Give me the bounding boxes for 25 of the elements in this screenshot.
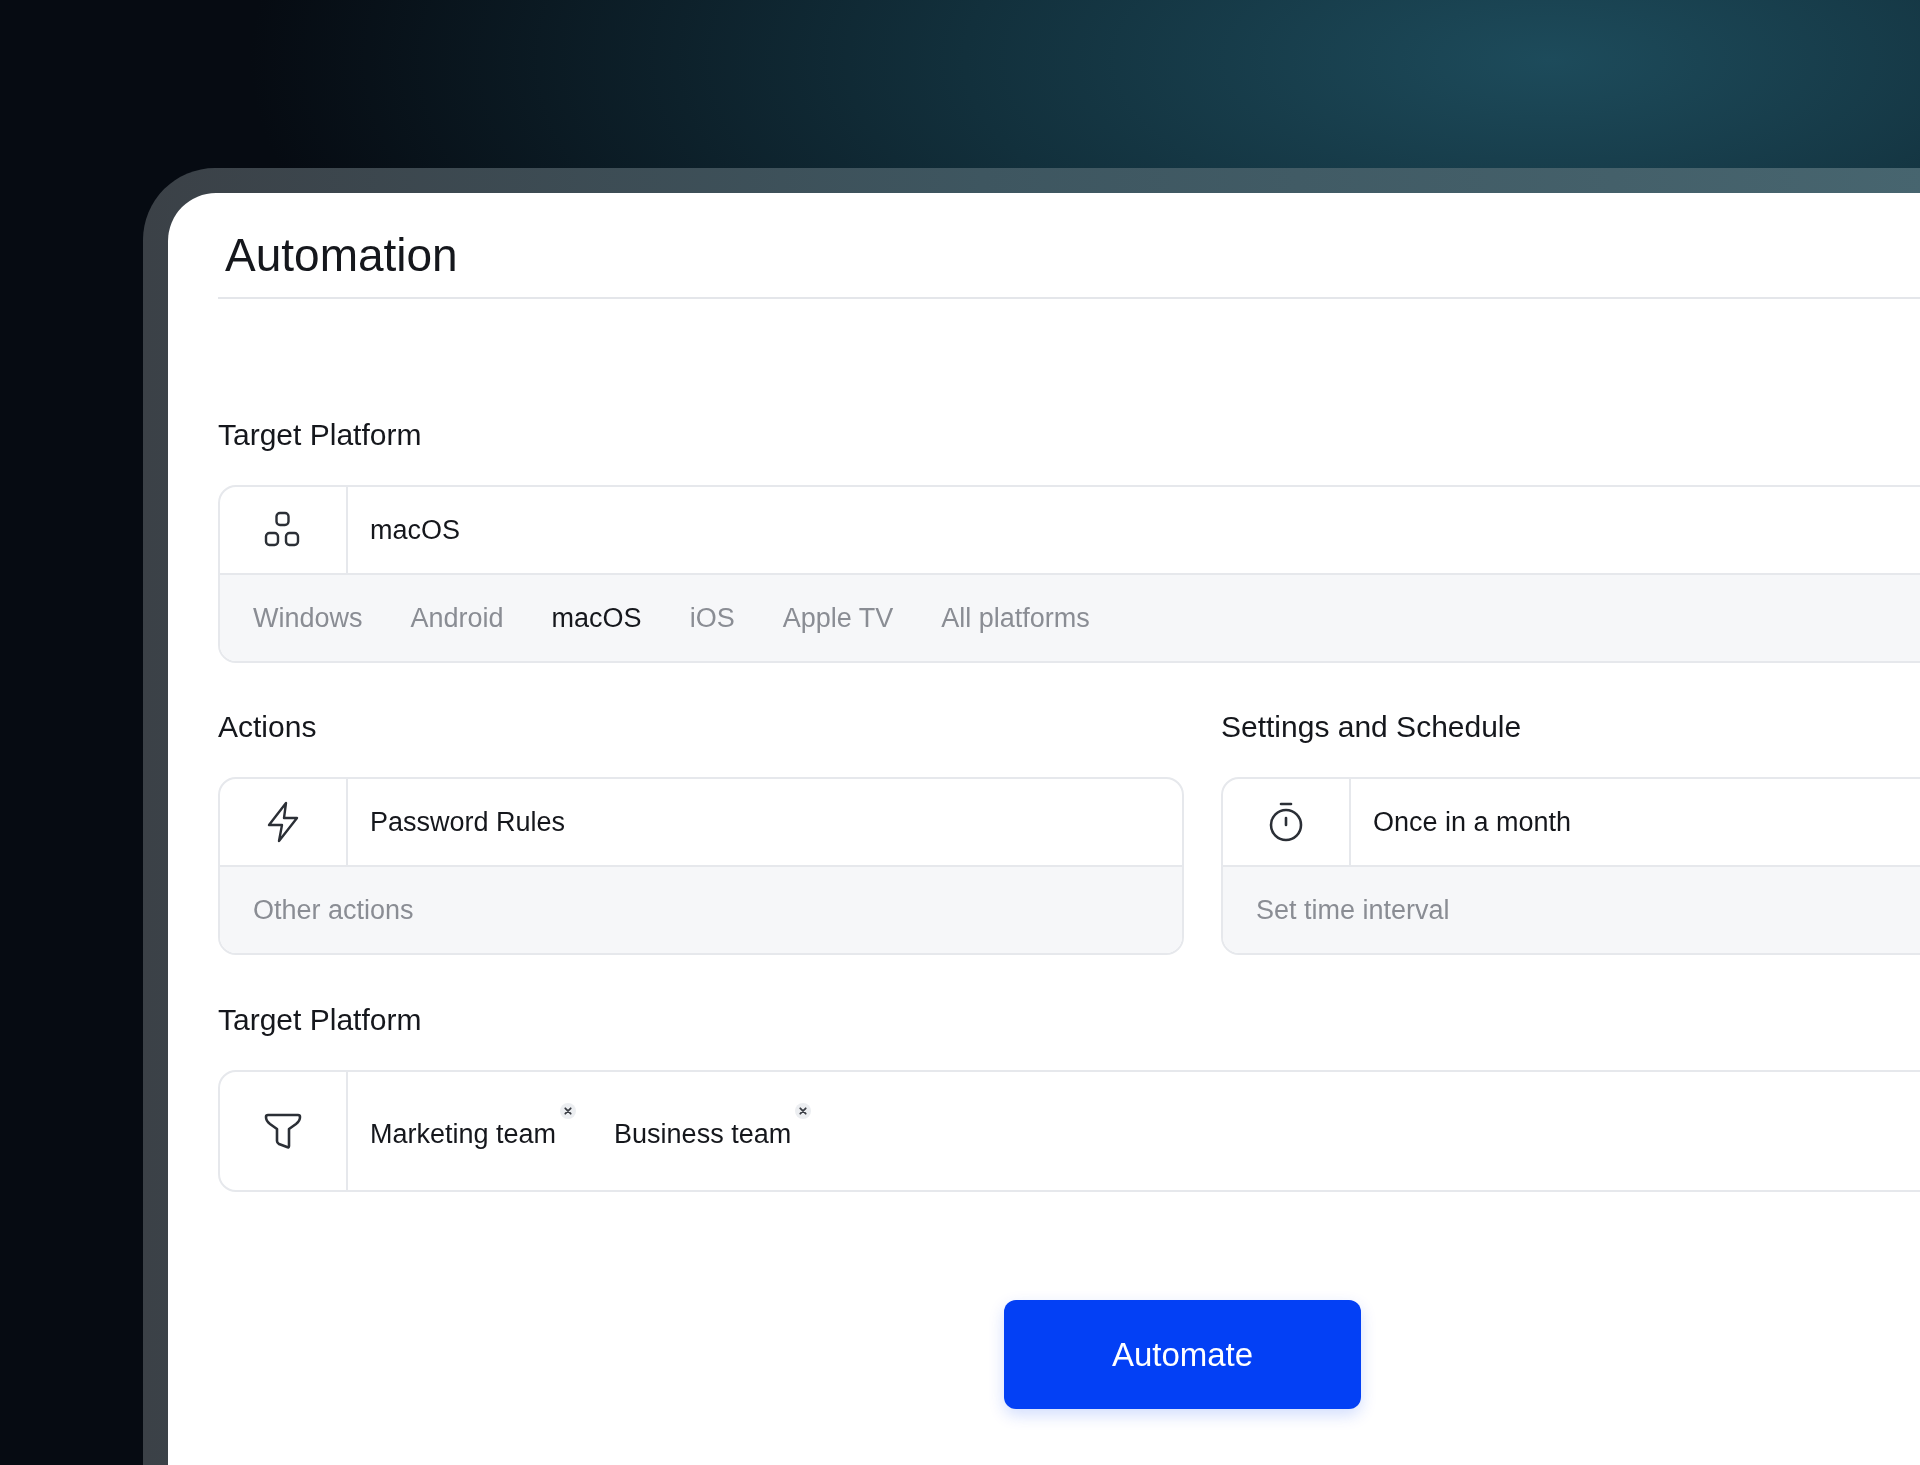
- tag-label: Business team: [614, 1117, 792, 1150]
- tag-label: Marketing team: [370, 1117, 557, 1150]
- platform-tab[interactable]: Android: [410, 602, 504, 634]
- option-link[interactable]: Set time interval: [1256, 894, 1450, 926]
- remove-icon[interactable]: [560, 1102, 577, 1119]
- platform-tab[interactable]: macOS: [551, 602, 642, 634]
- stopwatch-icon: [1267, 801, 1305, 843]
- section-heading: Target Platform: [218, 1002, 423, 1038]
- platform-tab[interactable]: Windows: [253, 602, 363, 634]
- section-heading: Actions: [218, 709, 318, 745]
- selected-value: Password Rules: [370, 806, 566, 838]
- section-heading: Settings and Schedule: [1221, 709, 1523, 745]
- funnel-icon: [263, 1112, 303, 1150]
- lightning-icon: [265, 801, 301, 843]
- platform-tab[interactable]: All platforms: [941, 602, 1090, 634]
- option-link[interactable]: Other actions: [253, 894, 414, 926]
- remove-icon[interactable]: [795, 1102, 812, 1119]
- platform-tab[interactable]: Apple TV: [782, 602, 894, 634]
- section-heading: Target Platform: [218, 417, 423, 453]
- selected-value: Once in a month: [1373, 806, 1572, 838]
- page-title: Automation: [218, 226, 1920, 299]
- selected-value: macOS: [370, 514, 461, 546]
- platform-tab[interactable]: iOS: [689, 602, 735, 634]
- blocks-icon: [264, 511, 302, 549]
- automate-button[interactable]: Automate: [1004, 1300, 1361, 1409]
